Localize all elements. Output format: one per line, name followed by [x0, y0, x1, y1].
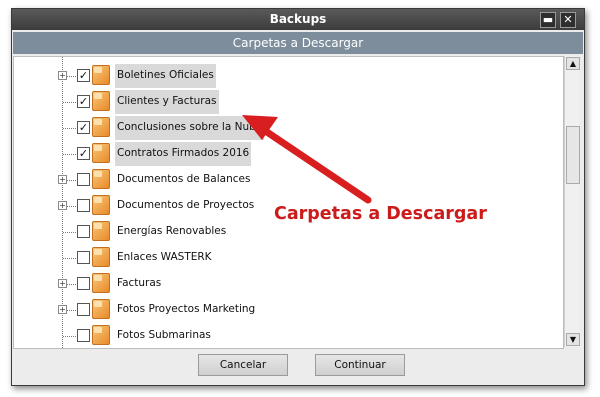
annotation-arrow-icon — [242, 115, 372, 204]
annotation-label: Carpetas a Descargar — [274, 204, 487, 224]
